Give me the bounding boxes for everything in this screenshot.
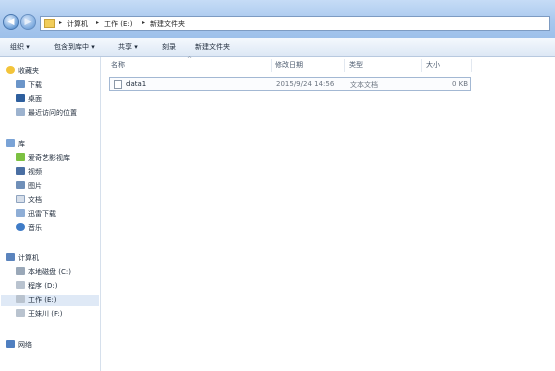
- nav-libraries[interactable]: 库: [6, 139, 98, 150]
- sort-arrow-icon: ^: [187, 56, 193, 63]
- file-list: 名称 ^ 修改日期 类型 大小 data1 2015/9/24 14:56 文本…: [101, 56, 555, 371]
- new-folder-button[interactable]: 新建文件夹: [195, 42, 230, 52]
- navigation-pane: 收藏夹 下载 桌面 最近访问的位置 库 爱奇艺影视库 视频 图片 文档 迅雷下载…: [0, 57, 101, 371]
- column-header-name[interactable]: 名称: [111, 60, 125, 72]
- nav-computer-label: 计算机: [18, 254, 39, 262]
- nav-item-downloads[interactable]: 下载: [16, 80, 108, 91]
- video-icon: [16, 167, 25, 175]
- network-icon: [6, 340, 15, 348]
- nav-item-label: 迅雷下载: [28, 210, 56, 218]
- nav-item-recent-places[interactable]: 最近访问的位置: [16, 108, 108, 119]
- file-type: 文本文档: [350, 81, 378, 89]
- library-icon: [6, 139, 15, 147]
- nav-item-label: 文档: [28, 196, 42, 204]
- nav-item-label: 爱奇艺影视库: [28, 154, 70, 162]
- file-date: 2015/9/24 14:56: [276, 80, 335, 88]
- nav-item-videos[interactable]: 视频: [16, 167, 108, 178]
- nav-item-label: 工作 (E:): [28, 296, 57, 304]
- nav-favorites[interactable]: 收藏夹: [6, 66, 98, 77]
- thunder-download-icon: [16, 209, 25, 217]
- drive-icon: [16, 281, 25, 289]
- star-icon: [6, 66, 15, 74]
- nav-item-label: 最近访问的位置: [28, 109, 77, 117]
- drive-icon: [16, 267, 25, 275]
- nav-item-label: 图片: [28, 182, 42, 190]
- column-divider[interactable]: [471, 59, 472, 72]
- nav-item-drive-d[interactable]: 程序 (D:): [16, 281, 108, 292]
- back-button[interactable]: ◀: [3, 14, 19, 30]
- recent-places-icon: [16, 108, 25, 116]
- breadcrumb-separator-icon: ▸: [96, 19, 100, 26]
- column-divider[interactable]: [344, 59, 345, 72]
- breadcrumb-folder[interactable]: 新建文件夹: [150, 19, 185, 29]
- organize-menu[interactable]: 组织 ▾: [10, 42, 30, 52]
- nav-item-label: 下载: [28, 81, 42, 89]
- nav-network[interactable]: 网络: [6, 340, 98, 351]
- window-title-bar: ◀ ▶ ▸ 计算机 ▸ 工作 (E:) ▸ 新建文件夹: [0, 0, 555, 38]
- file-size: 0 KB: [452, 80, 469, 88]
- column-header-type[interactable]: 类型: [349, 60, 363, 72]
- column-header-size[interactable]: 大小: [426, 60, 440, 72]
- downloads-icon: [16, 80, 25, 88]
- include-in-library-menu[interactable]: 包含到库中 ▾: [54, 42, 95, 52]
- nav-item-pictures[interactable]: 图片: [16, 181, 108, 192]
- drive-icon: [16, 309, 25, 317]
- pictures-icon: [16, 181, 25, 189]
- nav-item-music[interactable]: 音乐: [16, 223, 108, 234]
- nav-item-label: 王妹川 (F:): [28, 310, 63, 318]
- forward-button[interactable]: ▶: [20, 14, 36, 30]
- nav-item-drive-c[interactable]: 本地磁盘 (C:): [16, 267, 108, 278]
- burn-button[interactable]: 刻录: [162, 42, 176, 52]
- forward-arrow-icon: ▶: [24, 17, 32, 27]
- breadcrumb-separator-icon: ▸: [142, 19, 146, 26]
- nav-item-thunder-downloads[interactable]: 迅雷下载: [16, 209, 108, 220]
- nav-computer[interactable]: 计算机: [6, 253, 98, 264]
- column-divider[interactable]: [421, 59, 422, 72]
- share-menu[interactable]: 共享 ▾: [118, 42, 138, 52]
- nav-item-drive-f[interactable]: 王妹川 (F:): [16, 309, 108, 320]
- nav-item-documents[interactable]: 文档: [16, 195, 108, 206]
- nav-item-label: 音乐: [28, 224, 42, 232]
- nav-item-drive-e[interactable]: 工作 (E:): [1, 295, 99, 306]
- nav-favorites-label: 收藏夹: [18, 67, 39, 75]
- column-divider[interactable]: [271, 59, 272, 72]
- nav-item-label: 本地磁盘 (C:): [28, 268, 71, 276]
- back-arrow-icon: ◀: [7, 17, 15, 27]
- command-toolbar: 组织 ▾ 包含到库中 ▾ 共享 ▾ 刻录 新建文件夹: [0, 38, 555, 57]
- breadcrumb-computer[interactable]: 计算机: [67, 19, 88, 29]
- file-row[interactable]: data1 2015/9/24 14:56 文本文档 0 KB: [109, 77, 471, 91]
- folder-icon: [44, 19, 55, 28]
- iqiyi-icon: [16, 153, 25, 161]
- desktop-icon: [16, 94, 25, 102]
- column-header-date[interactable]: 修改日期: [275, 60, 303, 72]
- nav-item-desktop[interactable]: 桌面: [16, 94, 108, 105]
- address-bar[interactable]: ▸ 计算机 ▸ 工作 (E:) ▸ 新建文件夹: [40, 16, 550, 31]
- nav-item-label: 视频: [28, 168, 42, 176]
- breadcrumb-separator-icon: ▸: [59, 19, 63, 26]
- file-name: data1: [126, 80, 147, 88]
- nav-libraries-label: 库: [18, 140, 25, 148]
- drive-icon: [16, 295, 25, 303]
- text-file-icon: [114, 80, 122, 89]
- documents-icon: [16, 195, 25, 203]
- nav-network-label: 网络: [18, 341, 32, 349]
- music-icon: [16, 223, 25, 231]
- nav-item-label: 程序 (D:): [28, 282, 58, 290]
- computer-icon: [6, 253, 15, 261]
- breadcrumb-drive[interactable]: 工作 (E:): [104, 19, 132, 29]
- nav-item-label: 桌面: [28, 95, 42, 103]
- nav-item-iqiyi-library[interactable]: 爱奇艺影视库: [16, 153, 108, 164]
